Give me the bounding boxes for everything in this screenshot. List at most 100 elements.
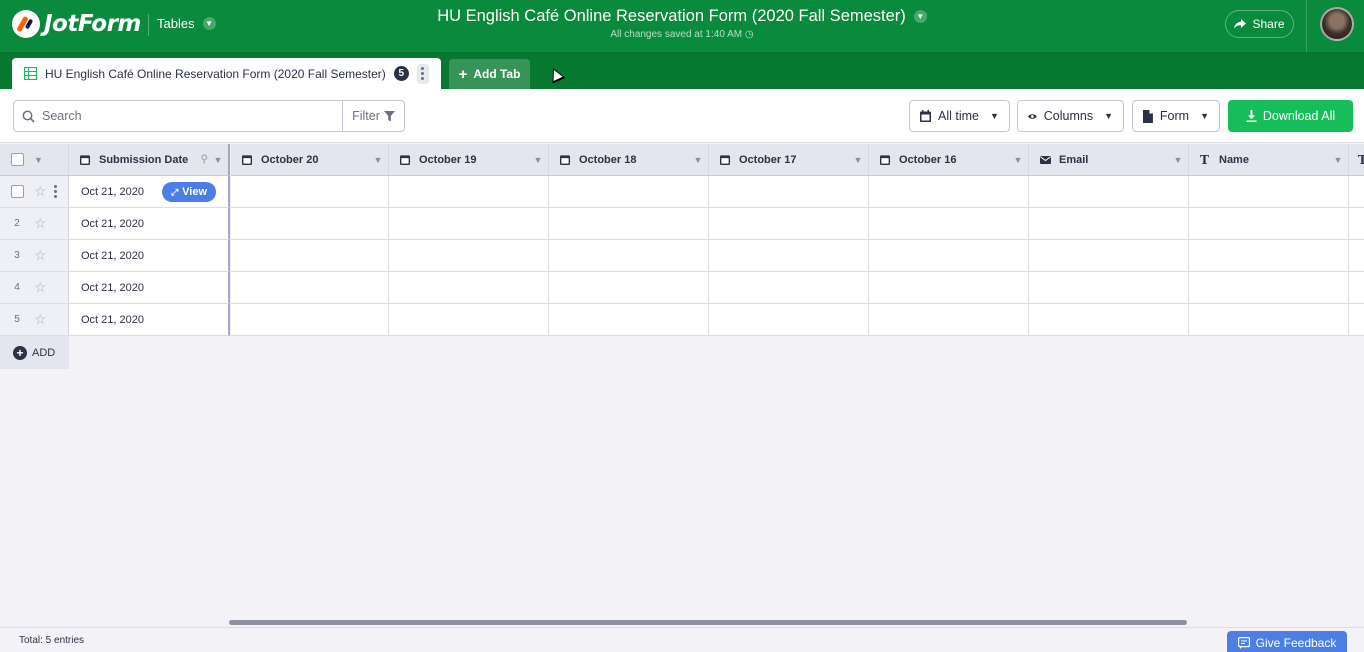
pin-icon[interactable]: ⚲ xyxy=(201,154,208,165)
column-header[interactable]: October 18 ▼ xyxy=(549,144,709,176)
chevron-down-icon[interactable]: ▼ xyxy=(528,155,548,165)
table-cell[interactable] xyxy=(1349,176,1364,208)
table-row[interactable]: 3 ☆ Oct 21, 2020 xyxy=(0,240,1364,272)
table-cell[interactable] xyxy=(869,176,1029,208)
table-row[interactable]: 4 ☆ Oct 21, 2020 xyxy=(0,272,1364,304)
table-cell[interactable] xyxy=(389,304,549,336)
column-header[interactable]: Submission Date ⚲ ▼ xyxy=(69,144,230,176)
column-header[interactable]: October 19 ▼ xyxy=(389,144,549,176)
row-options-icon[interactable] xyxy=(53,185,57,198)
table-cell[interactable] xyxy=(709,208,869,240)
column-header[interactable]: Email ▼ xyxy=(1029,144,1189,176)
chevron-down-icon[interactable]: ▼ xyxy=(34,155,43,165)
chevron-down-icon[interactable]: ▼ xyxy=(1328,155,1348,165)
table-cell[interactable] xyxy=(1189,240,1349,272)
table-cell[interactable] xyxy=(231,272,389,304)
table-cell[interactable] xyxy=(1189,272,1349,304)
column-header[interactable]: October 17 ▼ xyxy=(709,144,869,176)
add-tab-button[interactable]: + Add Tab xyxy=(449,59,530,89)
table-row[interactable]: ☆ Oct 21, 2020 ⤢ View xyxy=(0,176,1364,208)
column-header[interactable]: October 20 ▼ xyxy=(231,144,389,176)
search-input[interactable] xyxy=(42,101,342,131)
share-button[interactable]: Share xyxy=(1225,10,1294,38)
submission-date-cell[interactable]: Oct 21, 2020 xyxy=(69,304,230,336)
add-row-button[interactable]: + ADD xyxy=(0,336,69,369)
columns-dropdown[interactable]: Columns ▼ xyxy=(1017,100,1124,132)
table-cell[interactable] xyxy=(709,176,869,208)
table-cell[interactable] xyxy=(1029,272,1189,304)
submission-date-cell[interactable]: Oct 21, 2020 xyxy=(69,272,230,304)
table-cell[interactable] xyxy=(549,272,709,304)
row-checkbox[interactable] xyxy=(11,185,24,198)
table-cell[interactable] xyxy=(869,272,1029,304)
submission-date-cell[interactable]: Oct 21, 2020 xyxy=(69,240,230,272)
table-cell[interactable] xyxy=(1349,208,1364,240)
chevron-down-icon[interactable]: ▼ xyxy=(368,155,388,165)
table-cell[interactable] xyxy=(1189,208,1349,240)
table-cell[interactable] xyxy=(869,208,1029,240)
star-icon[interactable]: ☆ xyxy=(34,279,47,296)
table-cell[interactable] xyxy=(1349,304,1364,336)
give-feedback-button[interactable]: Give Feedback xyxy=(1227,631,1347,652)
tab-label: HU English Café Online Reservation Form … xyxy=(45,66,386,81)
chevron-down-icon[interactable]: ▼ xyxy=(688,155,708,165)
table-cell[interactable] xyxy=(1189,176,1349,208)
table-cell[interactable] xyxy=(869,240,1029,272)
table-cell[interactable] xyxy=(231,176,389,208)
horizontal-scrollbar[interactable] xyxy=(229,620,1187,625)
table-cell[interactable] xyxy=(231,304,389,336)
page-title[interactable]: HU English Café Online Reservation Form … xyxy=(437,7,927,26)
table-cell[interactable] xyxy=(389,208,549,240)
chevron-down-icon[interactable]: ▼ xyxy=(1168,155,1188,165)
chevron-down-icon[interactable]: ▼ xyxy=(1008,155,1028,165)
chevron-down-icon[interactable]: ▼ xyxy=(848,155,868,165)
avatar[interactable] xyxy=(1320,7,1354,41)
clock-icon: ◷ xyxy=(744,29,754,40)
table-cell[interactable] xyxy=(231,208,389,240)
star-icon[interactable]: ☆ xyxy=(34,311,47,328)
row-number: 3 xyxy=(14,250,20,261)
table-cell[interactable] xyxy=(549,304,709,336)
table-cell[interactable] xyxy=(869,304,1029,336)
tab-form-table[interactable]: HU English Café Online Reservation Form … xyxy=(12,58,441,89)
column-header[interactable]: T Name ▼ xyxy=(1189,144,1349,176)
table-cell[interactable] xyxy=(1029,176,1189,208)
table-cell[interactable] xyxy=(1189,304,1349,336)
calendar-icon xyxy=(242,154,258,165)
table-cell[interactable] xyxy=(389,176,549,208)
table-row[interactable]: 5 ☆ Oct 21, 2020 xyxy=(0,304,1364,336)
table-cell[interactable] xyxy=(709,272,869,304)
form-dropdown[interactable]: Form ▼ xyxy=(1132,100,1220,132)
download-all-button[interactable]: Download All xyxy=(1228,100,1353,132)
table-cell[interactable] xyxy=(1029,208,1189,240)
table-cell[interactable] xyxy=(549,208,709,240)
table-cell[interactable] xyxy=(549,240,709,272)
table-cell[interactable] xyxy=(389,272,549,304)
table-cell[interactable] xyxy=(1029,304,1189,336)
filter-button[interactable]: Filter xyxy=(342,101,404,131)
feedback-label: Give Feedback xyxy=(1255,635,1337,650)
table-cell[interactable] xyxy=(709,240,869,272)
table-cell[interactable] xyxy=(231,240,389,272)
table-cell[interactable] xyxy=(709,304,869,336)
column-header[interactable]: October 16 ▼ xyxy=(869,144,1029,176)
table-row[interactable]: 2 ☆ Oct 21, 2020 xyxy=(0,208,1364,240)
table-cell[interactable] xyxy=(1349,272,1364,304)
select-all-checkbox[interactable] xyxy=(11,153,24,166)
star-icon[interactable]: ☆ xyxy=(34,247,47,264)
submission-date-cell[interactable]: Oct 21, 2020 xyxy=(69,208,230,240)
column-label: Name xyxy=(1219,153,1249,166)
select-all-header: ▼ xyxy=(0,144,69,176)
row-header: 3 ☆ xyxy=(0,240,69,272)
table-cell[interactable] xyxy=(389,240,549,272)
table-cell[interactable] xyxy=(549,176,709,208)
table-cell[interactable] xyxy=(1029,240,1189,272)
table-cell[interactable] xyxy=(1349,240,1364,272)
view-button[interactable]: ⤢ View xyxy=(162,182,216,202)
submission-date-cell[interactable]: Oct 21, 2020 ⤢ View xyxy=(69,176,230,208)
star-icon[interactable]: ☆ xyxy=(34,183,47,200)
time-range-dropdown[interactable]: All time ▼ xyxy=(909,100,1010,132)
star-icon[interactable]: ☆ xyxy=(34,215,47,232)
chevron-down-icon[interactable]: ▼ xyxy=(208,155,228,165)
tab-options-icon[interactable] xyxy=(416,63,429,84)
